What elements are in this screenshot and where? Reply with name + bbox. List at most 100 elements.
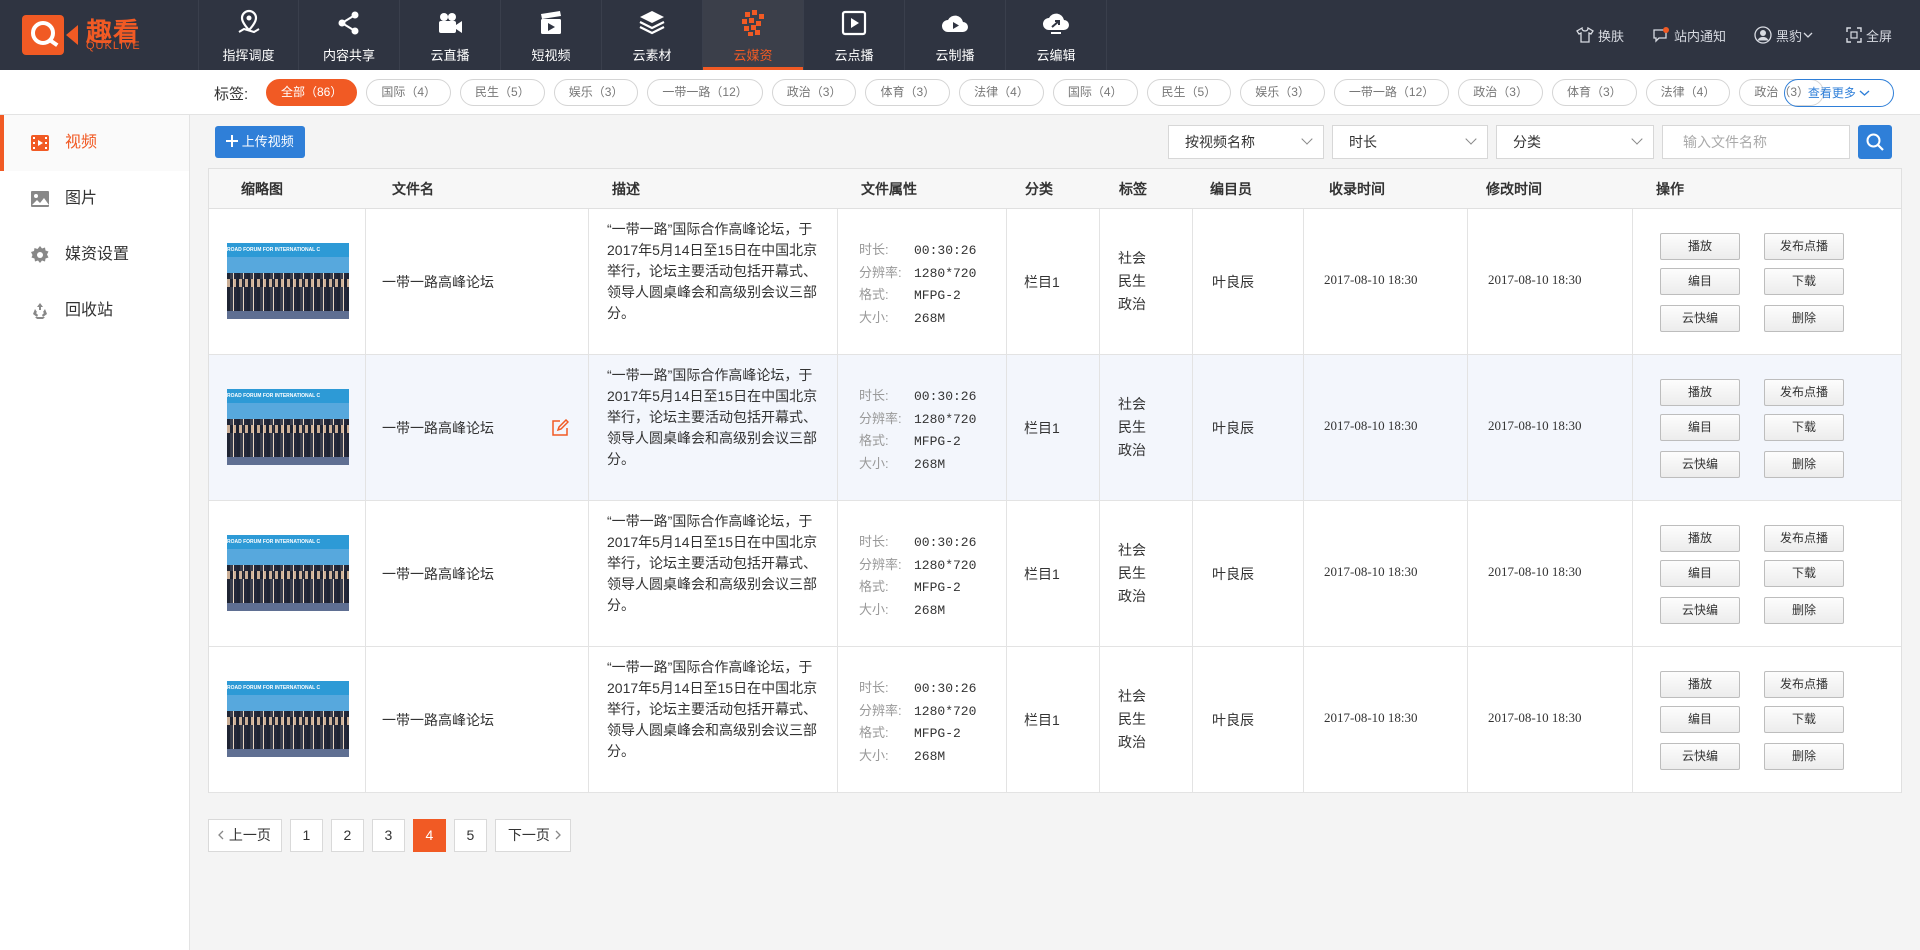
file-name: 一带一路高峰论坛 (382, 712, 494, 728)
publish-vod-button[interactable]: 发布点播 (1764, 671, 1844, 698)
download-button[interactable]: 下载 (1764, 414, 1844, 441)
category-select[interactable]: 分类 (1496, 125, 1654, 159)
download-button[interactable]: 下载 (1764, 268, 1844, 295)
tags: 社会 民生 政治 (1118, 542, 1146, 604)
upload-video-button[interactable]: 上传视频 (215, 126, 305, 158)
nav-item-short-video[interactable]: 短视频 (501, 0, 602, 70)
tag-chip[interactable]: 政治（3） (771, 79, 857, 106)
play-button[interactable]: 播放 (1660, 233, 1740, 260)
sort-select[interactable]: 按视频名称 (1168, 125, 1324, 159)
nav-label: 内容共享 (322, 48, 375, 63)
tag-list: 全部（86） 国际（4） 民生（5） 娱乐（3） 一带一路（12） 政治（3） … (266, 79, 1825, 106)
download-button[interactable]: 下载 (1764, 560, 1844, 587)
page-button[interactable]: 5 (453, 819, 487, 852)
gear-icon (31, 246, 49, 263)
play-button[interactable]: 播放 (1660, 671, 1740, 698)
page-button[interactable]: 2 (330, 819, 364, 852)
delete-button[interactable]: 删除 (1764, 451, 1844, 478)
nav-item-production[interactable]: 云制播 (905, 0, 1006, 70)
play-button[interactable]: 播放 (1660, 525, 1740, 552)
nav-item-vod[interactable]: 云点播 (804, 0, 905, 70)
catalog-button[interactable]: 编目 (1660, 706, 1740, 733)
skin-button[interactable]: 换肤 (1576, 26, 1624, 45)
tag-chip[interactable]: 法律（4） (959, 79, 1044, 106)
nav-item-share[interactable]: 内容共享 (299, 0, 400, 70)
duration-select[interactable]: 时长 (1332, 125, 1488, 159)
tag-chip-all[interactable]: 全部（86） (266, 79, 358, 106)
nav-item-cloud-edit[interactable]: 云编辑 (1006, 0, 1107, 70)
quick-edit-button[interactable]: 云快编 (1660, 597, 1740, 624)
notification-button[interactable]: 站内通知 (1652, 26, 1726, 45)
quick-edit-button[interactable]: 云快编 (1660, 451, 1740, 478)
play-button[interactable]: 播放 (1660, 379, 1740, 406)
video-thumbnail[interactable]: ROAD FORUM FOR INTERNATIONAL C (227, 389, 349, 465)
page-button[interactable]: 1 (289, 819, 323, 852)
logo-subtext: QUKLIVE (86, 40, 141, 52)
catalog-button[interactable]: 编目 (1660, 268, 1740, 295)
quick-edit-button[interactable]: 云快编 (1660, 305, 1740, 332)
tag-chip[interactable]: 体育（3） (865, 79, 951, 106)
tag-chip[interactable]: 国际（4） (366, 79, 452, 106)
skin-label: 换肤 (1597, 28, 1624, 44)
recycle-icon (33, 303, 47, 319)
clapperboard-icon (541, 11, 561, 34)
quick-edit-button[interactable]: 云快编 (1660, 743, 1740, 770)
tag-chip[interactable]: 娱乐（3） (1240, 79, 1325, 106)
tag-chip[interactable]: 国际（4） (1052, 79, 1138, 106)
video-thumbnail[interactable]: ROAD FORUM FOR INTERNATIONAL C (227, 243, 349, 319)
search-input[interactable] (1662, 125, 1850, 159)
user-menu[interactable]: 黑豹 (1754, 26, 1818, 45)
view-more-tags-button[interactable]: 查看更多 (1784, 79, 1894, 107)
catalog-button[interactable]: 编目 (1660, 560, 1740, 587)
publish-vod-button[interactable]: 发布点播 (1764, 233, 1844, 260)
download-button[interactable]: 下载 (1764, 706, 1844, 733)
publish-vod-button[interactable]: 发布点播 (1764, 525, 1844, 552)
description: “一带一路”国际合作高峰论坛，于2017年5月14日至15日在中国北京举行，论坛… (607, 221, 818, 321)
nav-item-media-assets[interactable]: 云媒资 (703, 0, 804, 70)
sidebar-item-label: 回收站 (65, 302, 114, 319)
sidebar-item-recycle-bin[interactable]: 回收站 (0, 283, 189, 339)
page-button-current[interactable]: 4 (412, 819, 446, 852)
tag-chip[interactable]: 政治（3） (1458, 79, 1543, 106)
nav-item-command[interactable]: 指挥调度 (198, 0, 299, 70)
fullscreen-button[interactable]: 全屏 (1846, 26, 1892, 45)
column-header: 分类 (1025, 181, 1053, 197)
tag-chip[interactable]: 一带一路（12） (647, 79, 763, 106)
chevron-left-icon (218, 830, 224, 840)
created-time: 2017-08-10 18:30 (1324, 564, 1418, 579)
catalog-button[interactable]: 编目 (1660, 414, 1740, 441)
search-button[interactable] (1858, 125, 1892, 159)
delete-button[interactable]: 删除 (1764, 305, 1844, 332)
created-time: 2017-08-10 18:30 (1324, 272, 1418, 287)
table-row[interactable]: ROAD FORUM FOR INTERNATIONAL C 一带一路高峰论坛 … (209, 501, 1901, 647)
table-row[interactable]: ROAD FORUM FOR INTERNATIONAL C 一带一路高峰论坛 … (209, 647, 1901, 793)
tag-chip[interactable]: 法律（4） (1645, 79, 1731, 106)
video-thumbnail[interactable]: ROAD FORUM FOR INTERNATIONAL C (227, 535, 349, 611)
prev-page-button[interactable]: 上一页 (208, 819, 282, 852)
tag-chip[interactable]: 一带一路（12） (1333, 79, 1450, 106)
tag-chip[interactable]: 民生（5） (460, 79, 545, 106)
description: “一带一路”国际合作高峰论坛，于2017年5月14日至15日在中国北京举行，论坛… (607, 659, 818, 759)
upload-video-label: 上传视频 (241, 134, 294, 149)
sidebar: 视频 图片 媒资设置 回收站 (0, 115, 190, 950)
edit-icon[interactable] (551, 419, 569, 437)
sidebar-item-video[interactable]: 视频 (0, 115, 189, 171)
tag-chip[interactable]: 民生（5） (1146, 79, 1232, 106)
nav-item-live[interactable]: 云直播 (400, 0, 501, 70)
video-thumbnail[interactable]: ROAD FORUM FOR INTERNATIONAL C (227, 681, 349, 757)
file-attributes: 时长: 00:30:26 分辨率: 1280*720 格式: MFPG-2 大小: 26… (859, 388, 977, 472)
sidebar-item-media-settings[interactable]: 媒资设置 (0, 227, 189, 283)
page-button[interactable]: 3 (371, 819, 405, 852)
nav-item-material[interactable]: 云素材 (602, 0, 703, 70)
table-row[interactable]: ROAD FORUM FOR INTERNATIONAL C 一带一路高峰论坛 … (209, 355, 1901, 501)
publish-vod-button[interactable]: 发布点播 (1764, 379, 1844, 406)
sidebar-item-image[interactable]: 图片 (0, 171, 189, 227)
delete-button[interactable]: 删除 (1764, 743, 1844, 770)
app-logo[interactable]: 趣看 QUKLIVE (22, 15, 152, 55)
table-row[interactable]: ROAD FORUM FOR INTERNATIONAL C 一带一路高峰论坛 … (209, 209, 1901, 355)
tag-chip[interactable]: 娱乐（3） (553, 79, 639, 106)
view-more-label: 查看更多 (1807, 86, 1856, 100)
tag-chip[interactable]: 体育（3） (1551, 79, 1637, 106)
delete-button[interactable]: 删除 (1764, 597, 1844, 624)
next-page-button[interactable]: 下一页 (494, 819, 571, 852)
